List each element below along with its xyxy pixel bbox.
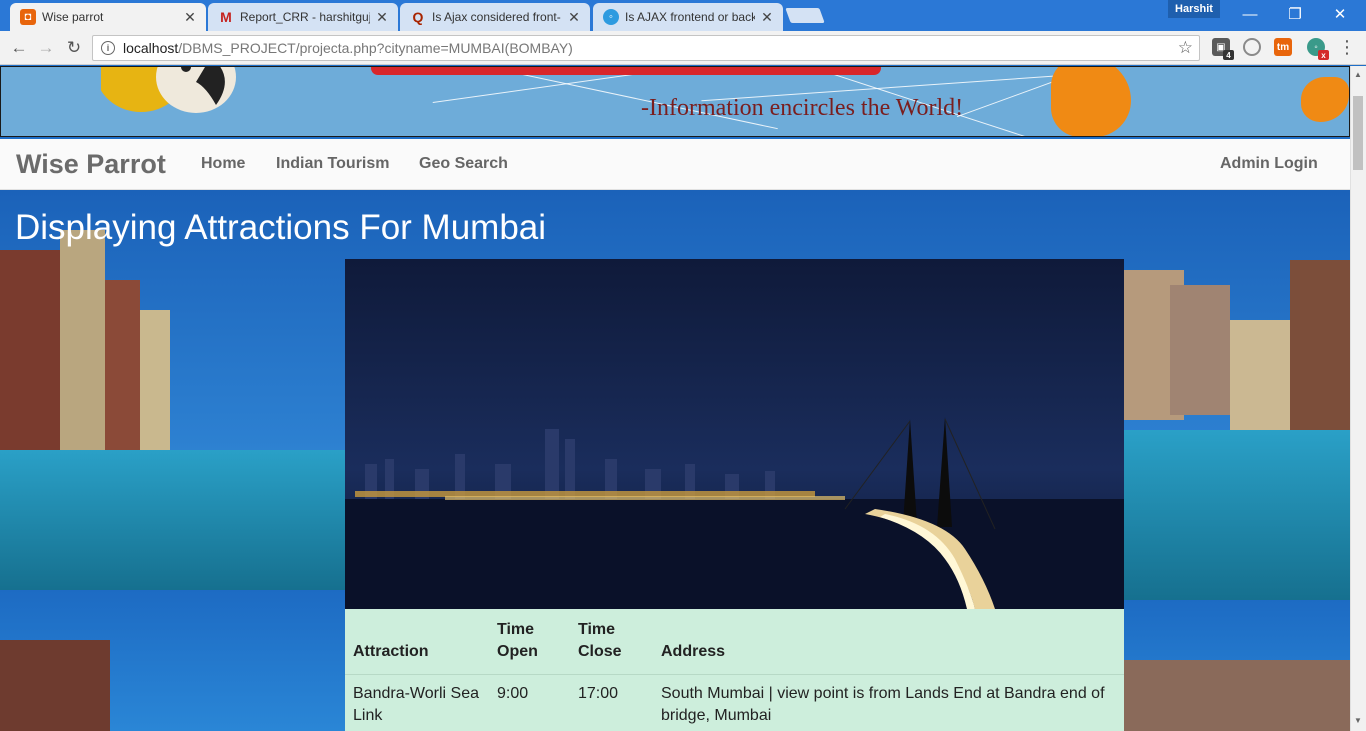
scrollbar-thumb[interactable] [1353, 96, 1363, 170]
chat-bubble-icon: ◦ [603, 9, 619, 25]
attractions-table: Attraction Time Open Time Close Address … [345, 609, 1124, 731]
column-header-address: Address [653, 609, 1124, 675]
parrot-logo [101, 67, 236, 113]
tab-ajax-frontend[interactable]: ◦ Is AJAX frontend or back ✕ [593, 3, 783, 31]
close-icon[interactable]: ✕ [759, 9, 775, 26]
tab-gmail-report[interactable]: M Report_CRR - harshitguj ✕ [208, 3, 398, 31]
extension-badge: 4 [1223, 50, 1234, 60]
extension-badge: x [1318, 50, 1329, 60]
attraction-photo [345, 259, 1124, 609]
extension-tm-icon[interactable]: tm [1274, 38, 1292, 56]
tab-title: Wise parrot [42, 10, 104, 24]
extension-cube-icon[interactable]: ▣ 4 [1212, 38, 1234, 60]
table-row: Bandra-Worli Sea Link 9:00 17:00 South M… [345, 675, 1124, 731]
close-icon[interactable]: ✕ [182, 9, 198, 26]
brand-logo-text[interactable]: Wise Parrot [16, 149, 166, 180]
minimize-icon[interactable]: — [1230, 2, 1270, 26]
cell-address: South Mumbai | view point is from Lands … [661, 685, 1105, 724]
tab-wise-parrot[interactable]: ◘ Wise parrot ✕ [10, 3, 206, 31]
info-icon[interactable]: i [101, 41, 115, 55]
browser-toolbar: ← → ↻ i localhost/DBMS_PROJECT/projecta.… [0, 31, 1366, 65]
cell-time-open: 9:00 [497, 685, 529, 702]
tab-title: Is Ajax considered front- [432, 10, 561, 24]
scroll-down-arrow-icon[interactable]: ▼ [1354, 716, 1362, 725]
nav-link-admin-login[interactable]: Admin Login [1220, 155, 1318, 173]
url-path: /DBMS_PROJECT/projecta.php?cityname=MUMB… [178, 40, 573, 56]
close-icon[interactable]: ✕ [374, 9, 390, 26]
nav-link-indian-tourism[interactable]: Indian Tourism [276, 155, 389, 173]
url-host: localhost [123, 40, 179, 56]
bookmark-star-icon[interactable]: ☆ [1178, 38, 1193, 58]
cell-time-close: 17:00 [578, 685, 619, 702]
quora-icon: Q [412, 9, 424, 25]
tab-title: Report_CRR - harshitguj [240, 10, 370, 24]
browser-menu-icon[interactable]: ⋮ [1338, 38, 1356, 58]
back-arrow-icon[interactable]: ← [8, 37, 30, 59]
extension-chat-icon[interactable]: ◦ x [1307, 38, 1329, 60]
address-bar[interactable]: i localhost/DBMS_PROJECT/projecta.php?ci… [92, 35, 1200, 61]
column-header-attraction: Attraction [345, 609, 489, 675]
cell-attraction: Bandra-Worli Sea Link [353, 685, 479, 724]
close-icon[interactable]: ✕ [566, 9, 582, 26]
column-header-time-open: Time Open [489, 609, 570, 675]
restore-icon[interactable]: ❐ [1275, 2, 1315, 26]
nav-link-geo-search[interactable]: Geo Search [419, 155, 508, 173]
column-header-time-close: Time Close [570, 609, 653, 675]
tab-quora-ajax[interactable]: Q Is Ajax considered front- ✕ [400, 3, 590, 31]
forward-arrow-icon[interactable]: → [35, 37, 57, 59]
site-navbar: Wise Parrot Home Indian Tourism Geo Sear… [0, 139, 1350, 190]
page-viewport: -Information encircles the World! Wise P… [0, 66, 1350, 731]
banner-tagline: -Information encircles the World! [641, 95, 964, 121]
close-window-icon[interactable]: ✕ [1320, 2, 1360, 26]
table-header-row: Attraction Time Open Time Close Address [345, 609, 1124, 675]
profile-button[interactable]: Harshit [1168, 0, 1220, 18]
page-title: Displaying Attractions For Mumbai [15, 208, 547, 247]
browser-tabstrip: ◘ Wise parrot ✕ M Report_CRR - harshitgu… [0, 0, 1366, 31]
gmail-icon: M [220, 9, 232, 25]
new-tab-button[interactable] [785, 8, 825, 23]
site-banner: -Information encircles the World! [0, 66, 1350, 137]
nav-link-home[interactable]: Home [201, 155, 245, 173]
tab-title: Is AJAX frontend or back [625, 10, 755, 24]
scroll-up-arrow-icon[interactable]: ▲ [1354, 70, 1362, 79]
extension-circle-icon[interactable] [1243, 38, 1261, 56]
wise-parrot-favicon: ◘ [20, 9, 36, 25]
reload-icon[interactable]: ↻ [63, 37, 85, 59]
